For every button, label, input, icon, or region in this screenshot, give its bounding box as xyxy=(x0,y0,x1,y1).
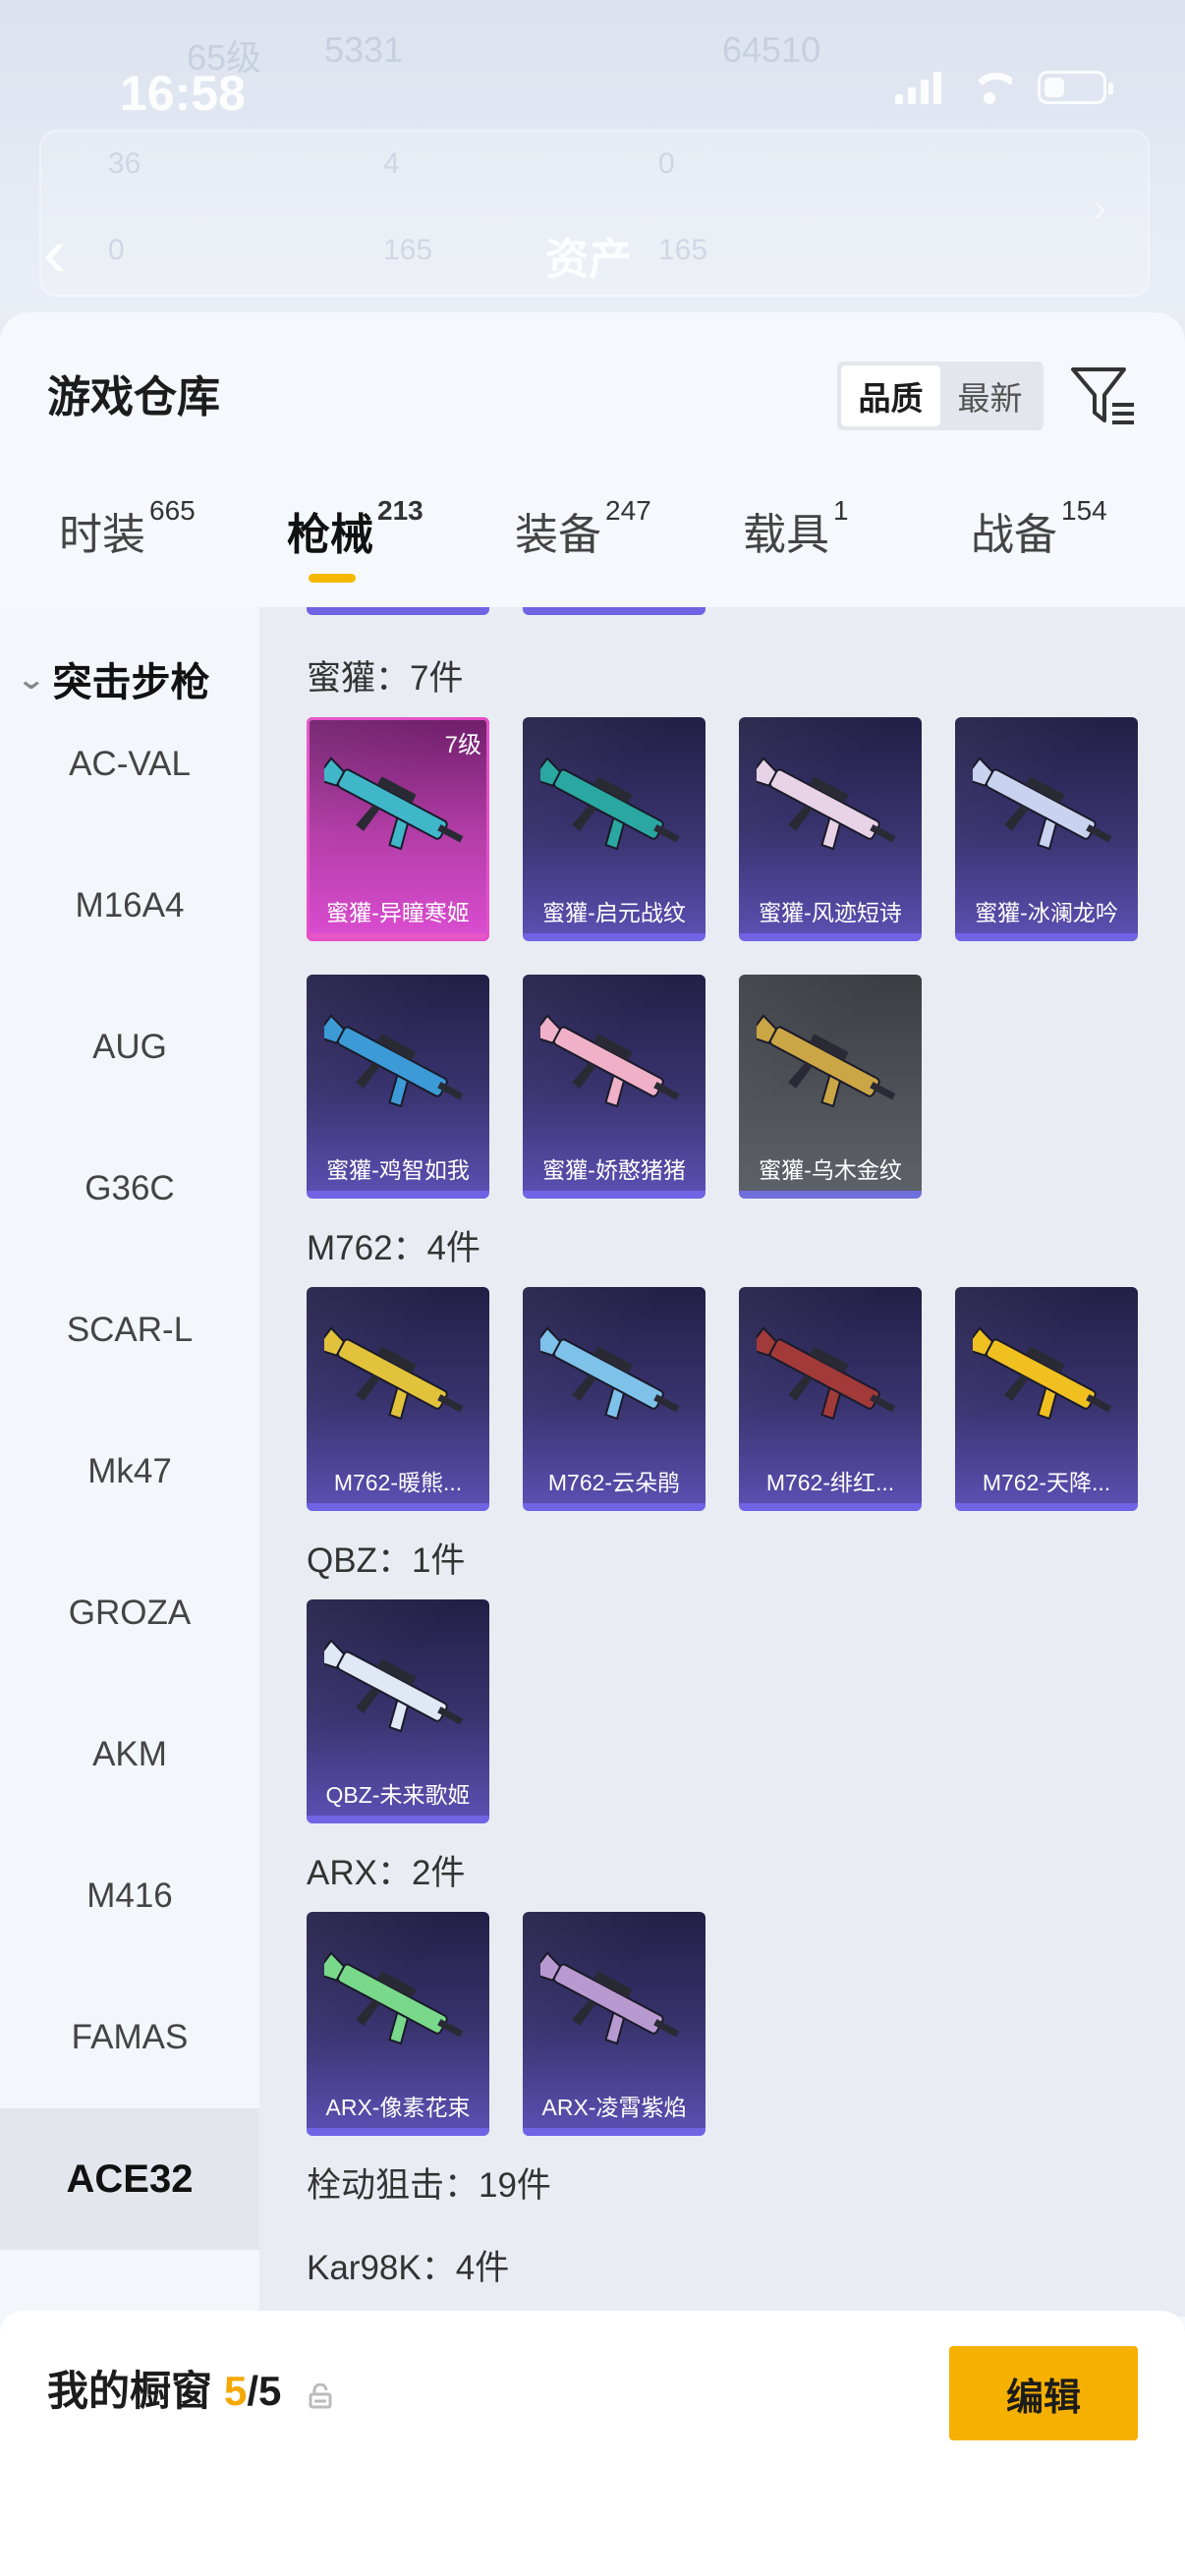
skin-card[interactable]: 蜜獾-冰澜龙吟 xyxy=(955,717,1138,941)
weapon-skin-image xyxy=(540,1014,680,1108)
showcase-bar: 我的橱窗 5 /5 编辑 xyxy=(0,2311,1185,2576)
weapon-skin-image xyxy=(757,1014,896,1108)
skin-name: 蜜獾-异瞳寒姬 xyxy=(326,900,470,925)
warehouse-sheet: 游戏仓库 品质 最新 时装665 枪械213 装备247 载具1 战备154 ⌄… xyxy=(0,312,1185,2576)
tab-equipment[interactable]: 装备247 xyxy=(515,495,651,562)
skin-name: M762-暖熊... xyxy=(333,1470,463,1495)
bg-stats-row-1: 36 4 0 xyxy=(108,147,675,180)
category-tabs: 时装665 枪械213 装备247 载具1 战备154 xyxy=(0,495,1185,607)
skin-name: M762-绯红... xyxy=(765,1470,895,1495)
sidebar-item-famas[interactable]: FAMAS xyxy=(0,1967,259,2108)
sidebar-item-g36c[interactable]: G36C xyxy=(0,1118,259,1260)
bg-points-text: 64510 xyxy=(722,29,821,70)
chevron-right-icon: › xyxy=(1093,187,1106,230)
group-label-arx: ARX：2件 xyxy=(307,1854,466,1892)
lock-icon xyxy=(309,2372,332,2409)
weapon-skin-image xyxy=(757,756,896,851)
skin-name: 蜜獾-冰澜龙吟 xyxy=(975,900,1118,925)
sidebar-item-m416[interactable]: M416 xyxy=(0,1825,259,1967)
skin-card[interactable]: 蜜獾-启元战纹 xyxy=(523,717,705,941)
weapon-skin-image xyxy=(324,1014,464,1108)
skin-card[interactable]: 蜜獾-娇憨猪猪 xyxy=(523,975,705,1199)
tab-vehicles[interactable]: 载具1 xyxy=(743,495,849,562)
filter-icon[interactable] xyxy=(1069,362,1140,430)
group-label-qbz: QBZ：1件 xyxy=(307,1541,466,1580)
bg-level-text: 65级 xyxy=(187,37,262,78)
tab-costume[interactable]: 时装665 xyxy=(59,495,196,562)
weapon-skin-image xyxy=(324,1326,464,1421)
sidebar-item-akm[interactable]: AKM xyxy=(0,1684,259,1825)
skin-name: 蜜獾-鸡智如我 xyxy=(326,1157,470,1183)
skin-card[interactable]: 蜜獾-乌木金纹 xyxy=(739,975,922,1199)
skin-card[interactable]: M762-绯红... xyxy=(739,1287,922,1511)
status-icons xyxy=(895,71,1113,104)
skin-name: M762-天降... xyxy=(982,1470,1111,1495)
showcase-total: /5 xyxy=(247,2368,282,2414)
weapon-sidebar: ⌄ 突击步枪 AC-VAL M16A4 AUG G36C SCAR-L Mk47… xyxy=(0,607,259,2474)
sort-quality-button[interactable]: 品质 xyxy=(841,365,940,426)
battery-icon xyxy=(1038,71,1113,104)
skin-name: M762-云朵鹃 xyxy=(547,1470,681,1495)
skin-card[interactable]: 蜜獾-风迹短诗 xyxy=(739,717,922,941)
tab-firearms[interactable]: 枪械213 xyxy=(287,495,423,583)
weapon-skin-image xyxy=(324,1951,464,2045)
sidebar-item-scar-l[interactable]: SCAR-L xyxy=(0,1260,259,1401)
skin-card[interactable]: M762-暖熊... xyxy=(307,1287,489,1511)
sidebar-item-mk47[interactable]: Mk47 xyxy=(0,1401,259,1542)
wifi-icon xyxy=(967,71,1012,104)
sidebar-item-groza[interactable]: GROZA xyxy=(0,1542,259,1684)
sidebar-item-m16a4[interactable]: M16A4 xyxy=(0,835,259,977)
group-label-m762: M762：4件 xyxy=(307,1229,481,1267)
tab-supplies[interactable]: 战备154 xyxy=(971,495,1107,562)
skin-card[interactable]: 蜜獾-鸡智如我 xyxy=(307,975,489,1199)
background-asset-page: 65级 5331 64510 36 4 0 0 165 165 16:58 ‹ 资产 › xyxy=(0,0,1185,314)
skin-name: 蜜獾-启元战纹 xyxy=(542,900,686,925)
sidebar-item-ace32[interactable]: ACE32 xyxy=(0,2108,259,2250)
skin-name: ARX-凌霄紫焰 xyxy=(541,2095,687,2120)
sort-newest-button[interactable]: 最新 xyxy=(940,365,1040,426)
skin-card[interactable]: ARX-凌霄紫焰 xyxy=(523,1912,705,2136)
weapon-skin-image xyxy=(540,756,680,851)
showcase-title: 我的橱窗 5 /5 xyxy=(47,2358,332,2418)
weapon-skin-image xyxy=(973,1326,1112,1421)
skin-card-partial[interactable] xyxy=(523,607,705,615)
bg-page-title: 资产 xyxy=(545,236,632,284)
sidebar-item-aug[interactable]: AUG xyxy=(0,977,259,1118)
sheet-title: 游戏仓库 xyxy=(47,373,220,421)
skin-card-partial[interactable] xyxy=(307,607,489,615)
bg-stats-card xyxy=(39,130,1150,297)
chevron-down-icon: ⌄ xyxy=(16,663,46,695)
weapon-skin-image xyxy=(973,756,1112,851)
skin-card[interactable]: QBZ-未来歌姬 xyxy=(307,1599,489,1823)
showcase-count: 5 xyxy=(224,2368,248,2414)
skin-card[interactable]: 7级 蜜獾-异瞳寒姬 xyxy=(307,717,489,941)
level-badge: 7级 xyxy=(444,732,481,758)
back-icon[interactable]: ‹ xyxy=(43,218,66,287)
skin-name: 蜜獾-风迹短诗 xyxy=(759,900,902,925)
skin-name: 蜜獾-娇憨猪猪 xyxy=(542,1157,686,1183)
skin-name: QBZ-未来歌姬 xyxy=(325,1782,471,1808)
group-label-bolt-action: 栓动狙击：19件 xyxy=(307,2166,551,2205)
edit-button[interactable]: 编辑 xyxy=(949,2346,1138,2440)
group-label-kar98k: Kar98K：4件 xyxy=(307,2249,510,2287)
weapon-skin-image xyxy=(540,1951,680,2045)
bg-stats-row-2: 0 165 165 xyxy=(108,234,708,266)
skin-card[interactable]: M762-云朵鹃 xyxy=(523,1287,705,1511)
weapon-skin-image xyxy=(757,1326,896,1421)
weapon-skin-image xyxy=(540,1326,680,1421)
weapon-skin-image xyxy=(324,1639,464,1733)
status-time: 16:58 xyxy=(120,66,246,121)
sort-toggle: 品质 最新 xyxy=(837,362,1044,430)
sidebar-item-ac-val[interactable]: AC-VAL xyxy=(0,694,259,835)
skin-name: ARX-像素花束 xyxy=(325,2095,471,2120)
weapon-skin-grid: 蜜獾：7件 7级 蜜獾-异瞳寒姬 蜜獾-启元战纹 蜜獾-风迹短诗 蜜獾-冰澜龙吟… xyxy=(259,607,1185,2317)
skin-name: 蜜獾-乌木金纹 xyxy=(759,1157,902,1183)
weapon-skin-image xyxy=(324,756,464,851)
cellular-signal-icon xyxy=(895,71,941,104)
group-label-honey-badger: 蜜獾：7件 xyxy=(307,659,464,698)
skin-card[interactable]: M762-天降... xyxy=(955,1287,1138,1511)
skin-card[interactable]: ARX-像素花束 xyxy=(307,1912,489,2136)
bg-score-text: 5331 xyxy=(324,29,404,70)
